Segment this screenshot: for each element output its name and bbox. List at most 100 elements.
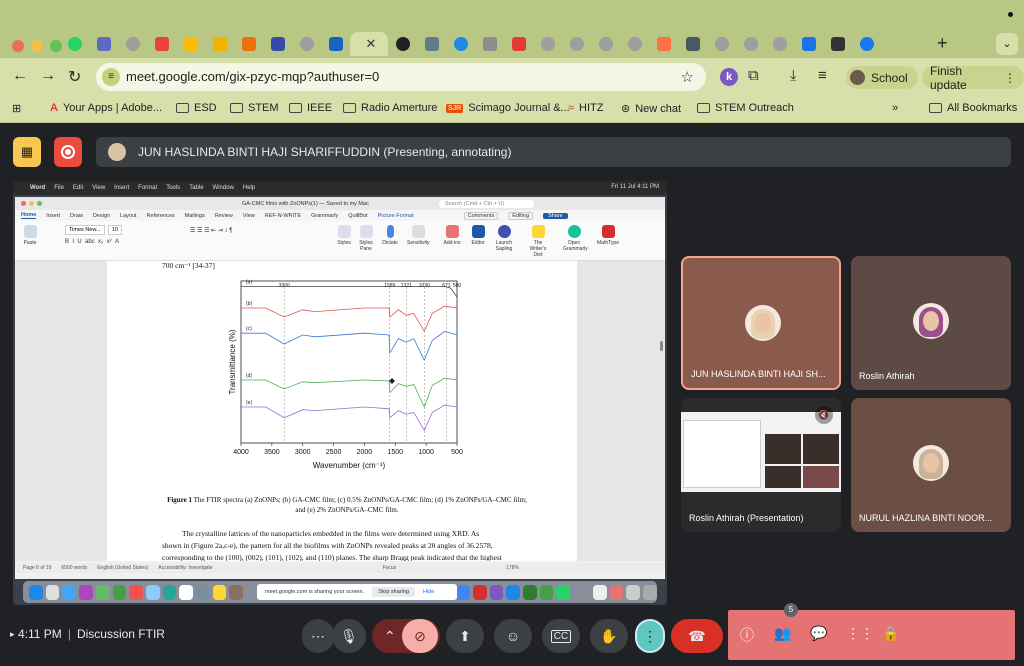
present-screen-button[interactable]: ⬆ bbox=[446, 619, 484, 653]
download-icon[interactable]: ⤓ bbox=[790, 67, 797, 84]
meeting-name: Discussion FTIR bbox=[76, 627, 165, 641]
browser-tab[interactable] bbox=[475, 32, 504, 56]
site-info-icon[interactable]: ≡ bbox=[102, 68, 120, 86]
host-controls-lock-icon[interactable]: 🔒 bbox=[882, 625, 899, 642]
avatar bbox=[745, 305, 781, 341]
browser-tab[interactable] bbox=[533, 32, 562, 56]
browser-tab[interactable] bbox=[118, 32, 147, 56]
ribbon-button: Add-ins bbox=[441, 225, 463, 246]
leave-call-button[interactable]: ☎ bbox=[671, 619, 723, 653]
browser-tab[interactable] bbox=[205, 32, 234, 56]
bookmark-folder[interactable]: STEM Outreach bbox=[697, 102, 794, 114]
hide-label: Hide bbox=[422, 589, 435, 595]
ribbon-button: Dictate bbox=[379, 225, 401, 246]
finish-update-button[interactable]: Finish update ⋮ bbox=[922, 64, 1024, 92]
folder-icon bbox=[343, 103, 356, 113]
bookmarks-overflow-button[interactable]: » bbox=[892, 102, 898, 114]
recording-dot bbox=[1008, 12, 1013, 17]
microphone-button[interactable]: 🎙 bbox=[332, 619, 366, 653]
extension-k-icon[interactable]: k bbox=[720, 68, 738, 86]
browser-tab[interactable] bbox=[591, 32, 620, 56]
url-text[interactable]: meet.google.com/gix-pzyc-mqp?authuser=0 bbox=[126, 69, 379, 84]
browser-tab[interactable] bbox=[852, 32, 881, 56]
recording-button[interactable] bbox=[54, 137, 82, 167]
camera-off-icon: ⊘ bbox=[414, 627, 426, 644]
bookmark-folder[interactable]: STEM bbox=[230, 102, 279, 114]
participant-tile[interactable]: NURUL HAZLINA BINTI NOOR... bbox=[851, 398, 1011, 532]
browser-tab[interactable] bbox=[678, 32, 707, 56]
bookmark-folder[interactable]: ESD bbox=[176, 102, 217, 114]
camera-off-button[interactable]: ⊘ bbox=[402, 619, 438, 653]
participant-tile[interactable]: JUN HASLINDA BINTI HAJI SH... bbox=[681, 256, 841, 390]
hitz-icon: ≈ bbox=[568, 102, 575, 114]
ribbon-tab: View bbox=[242, 212, 255, 219]
minimize-window-button[interactable] bbox=[31, 40, 43, 52]
browser-tab[interactable] bbox=[504, 32, 533, 56]
forward-arrow-icon[interactable]: → bbox=[40, 67, 56, 85]
browser-tab[interactable] bbox=[707, 32, 736, 56]
bookmark-item[interactable]: ≈ HITZ bbox=[568, 102, 604, 114]
reactions-button[interactable]: ☺ bbox=[494, 619, 532, 653]
browser-tab[interactable] bbox=[176, 32, 205, 56]
media-queue-icon[interactable]: ≡ bbox=[818, 67, 827, 84]
browser-tab[interactable] bbox=[794, 32, 823, 56]
browser-tab[interactable] bbox=[417, 32, 446, 56]
browser-tab[interactable] bbox=[620, 32, 649, 56]
chevron-up-icon[interactable]: ⌃ bbox=[384, 628, 396, 645]
apps-grid-icon[interactable]: ⊞ bbox=[12, 102, 21, 115]
browser-tab[interactable] bbox=[765, 32, 794, 56]
word-titlebar: GA-CMC films with ZnONPs(1) — Saved to m… bbox=[15, 197, 665, 210]
browser-tab[interactable] bbox=[562, 32, 591, 56]
browser-tab[interactable] bbox=[234, 32, 263, 56]
browser-tab[interactable] bbox=[263, 32, 292, 56]
bookmark-star-icon[interactable]: ☆ bbox=[681, 68, 694, 86]
browser-tab-active[interactable]: ✕ bbox=[350, 32, 388, 56]
browser-tab[interactable] bbox=[736, 32, 765, 56]
more-actions-button[interactable]: ⋮ bbox=[635, 619, 665, 653]
bookmark-item[interactable]: A Your Apps | Adobe... bbox=[50, 102, 162, 114]
browser-tab[interactable] bbox=[649, 32, 678, 56]
browser-tab[interactable] bbox=[60, 32, 89, 56]
bookmark-item[interactable]: ⊛ New chat bbox=[621, 102, 681, 116]
extensions-puzzle-icon[interactable]: ⧉ bbox=[748, 67, 759, 84]
bookmark-folder[interactable]: Radio Amerture bbox=[343, 102, 437, 114]
all-bookmarks-folder[interactable]: All Bookmarks bbox=[929, 102, 1017, 114]
more-options-button[interactable]: ⋯ bbox=[302, 619, 334, 653]
status-page: Page 6 of 19 bbox=[23, 565, 52, 571]
info-icon[interactable]: ⓘ bbox=[740, 625, 754, 645]
bookmark-item[interactable]: SJR Scimago Journal &... bbox=[446, 102, 570, 114]
participant-tile[interactable]: Roslin Athirah bbox=[851, 256, 1011, 390]
raise-hand-button[interactable]: ✋ bbox=[590, 619, 628, 653]
close-window-button[interactable] bbox=[12, 40, 24, 52]
bookmark-folder[interactable]: IEEE bbox=[289, 102, 332, 114]
captions-button[interactable]: CC bbox=[542, 619, 580, 653]
reload-icon[interactable]: ↻ bbox=[68, 67, 81, 87]
chat-icon[interactable]: 💬 bbox=[810, 625, 827, 642]
browser-tab[interactable] bbox=[446, 32, 475, 56]
browser-tab[interactable] bbox=[89, 32, 118, 56]
ftir-chart: 3300 1589 1321 1030 671 500(a)(b)(c)(d)(e)400… bbox=[228, 279, 463, 470]
x-axis-label: Wavenumber (cm⁻¹) bbox=[313, 461, 386, 470]
activities-grid-icon[interactable]: ⋮⋮ bbox=[846, 625, 874, 642]
browser-tab[interactable] bbox=[147, 32, 176, 56]
presentation-tile[interactable]: 🔇 Roslin Athirah (Presentation) bbox=[681, 398, 841, 532]
profile-button[interactable]: School bbox=[846, 66, 918, 89]
address-bar[interactable]: ≡ meet.google.com/gix-pzyc-mqp?authuser=… bbox=[96, 63, 706, 91]
back-arrow-icon[interactable]: ← bbox=[12, 67, 28, 85]
browser-tab[interactable] bbox=[388, 32, 417, 56]
sharing-notice: meet.google.com is sharing your screen. … bbox=[257, 584, 457, 600]
menubar-item: Insert bbox=[114, 185, 130, 191]
new-tab-button[interactable]: + bbox=[937, 33, 948, 54]
browser-tab[interactable] bbox=[823, 32, 852, 56]
people-icon[interactable]: 👥 bbox=[774, 625, 791, 642]
kebab-menu-icon: ⋮ bbox=[1004, 70, 1016, 85]
browser-tab[interactable] bbox=[321, 32, 350, 56]
font-name-field: Times New... bbox=[65, 225, 105, 235]
close-tab-icon[interactable]: ✕ bbox=[366, 36, 377, 52]
browser-tab[interactable] bbox=[292, 32, 321, 56]
hide-presentation-button[interactable]: ▦ bbox=[13, 137, 41, 167]
tab-search-chevron-icon[interactable]: ⌄ bbox=[996, 33, 1018, 55]
profile-label: School bbox=[871, 70, 908, 85]
series-label: (e) bbox=[246, 400, 252, 406]
expand-caret-icon[interactable]: ▸ bbox=[10, 629, 15, 640]
